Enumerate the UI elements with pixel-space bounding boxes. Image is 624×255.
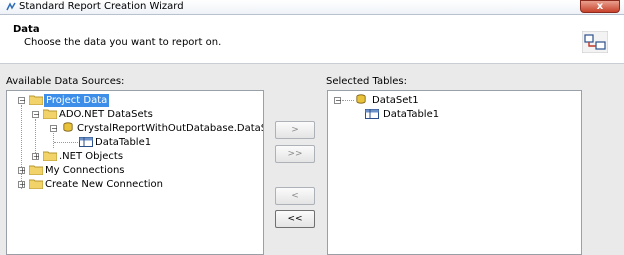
folder-icon	[43, 151, 57, 161]
remove-all-button[interactable]: <<	[275, 210, 315, 228]
folder-icon	[29, 179, 43, 189]
available-sources-label: Available Data Sources:	[6, 76, 125, 87]
close-button[interactable]: x	[580, 0, 620, 13]
page-description: Choose the data you want to report on.	[24, 37, 222, 48]
tree-node-net-objects[interactable]: + .NET Objects	[7, 150, 257, 163]
tree-node-crystal-dataset[interactable]: − CrystalReportWithOutDatabase.DataSe	[7, 122, 264, 135]
expand-icon[interactable]: +	[18, 181, 26, 189]
collapse-icon[interactable]: −	[32, 111, 40, 119]
tree-node-label: Project Data	[44, 94, 110, 107]
tree-node-project-data[interactable]: − Project Data	[7, 94, 257, 107]
window-edge	[610, 64, 624, 255]
add-selected-button[interactable]: >	[275, 121, 315, 139]
tree-node-adonet-datasets[interactable]: − ADO.NET DataSets	[7, 108, 257, 121]
add-all-button[interactable]: >>	[275, 145, 315, 163]
tree-node-datatable1[interactable]: DataTable1	[7, 136, 257, 149]
selected-tables-label: Selected Tables:	[326, 76, 407, 87]
folder-icon	[29, 165, 43, 175]
tree-node-create-new-connection[interactable]: + Create New Connection	[7, 178, 257, 191]
collapse-icon[interactable]: −	[50, 125, 58, 133]
dataset-icon	[63, 122, 73, 132]
tree-node-label: DataTable1	[95, 137, 152, 148]
close-icon: x	[596, 1, 604, 12]
wizard-app-icon	[6, 2, 16, 11]
wizard-body: Available Data Sources: Selected Tables:…	[0, 64, 624, 255]
tree-node-selected-datatable1[interactable]: DataTable1	[328, 108, 578, 121]
datatable-icon	[365, 109, 379, 119]
tree-node-my-connections[interactable]: + My Connections	[7, 164, 257, 177]
dataset-icon	[356, 94, 366, 104]
selected-tables-tree[interactable]: − DataSet1 DataTable1	[327, 90, 582, 255]
tree-node-label: Create New Connection	[45, 179, 163, 190]
window-title: Standard Report Creation Wizard	[19, 1, 184, 12]
title-bar: Standard Report Creation Wizard x	[0, 0, 624, 15]
table-link-icon	[582, 31, 608, 53]
remove-selected-button[interactable]: <	[275, 187, 315, 205]
collapse-icon[interactable]: −	[18, 97, 26, 105]
tree-node-label: DataSet1	[372, 95, 419, 106]
tree-node-label: DataTable1	[383, 109, 440, 120]
folder-icon	[29, 95, 43, 105]
page-title: Data	[13, 24, 40, 35]
folder-icon	[43, 109, 57, 119]
tree-node-label: .NET Objects	[59, 151, 124, 162]
expand-icon[interactable]: +	[32, 153, 40, 161]
wizard-header: Data Choose the data you want to report …	[0, 15, 624, 64]
tree-node-label: CrystalReportWithOutDatabase.DataSe	[77, 123, 264, 134]
datatable-icon	[79, 137, 93, 147]
collapse-icon[interactable]: −	[334, 97, 342, 105]
available-sources-tree[interactable]: − Project Data − ADO.NET DataSets − Crys…	[6, 90, 264, 255]
tree-node-dataset1[interactable]: − DataSet1	[328, 94, 578, 107]
tree-node-label: My Connections	[45, 165, 125, 176]
tree-node-label: ADO.NET DataSets	[59, 109, 153, 120]
expand-icon[interactable]: +	[18, 167, 26, 175]
